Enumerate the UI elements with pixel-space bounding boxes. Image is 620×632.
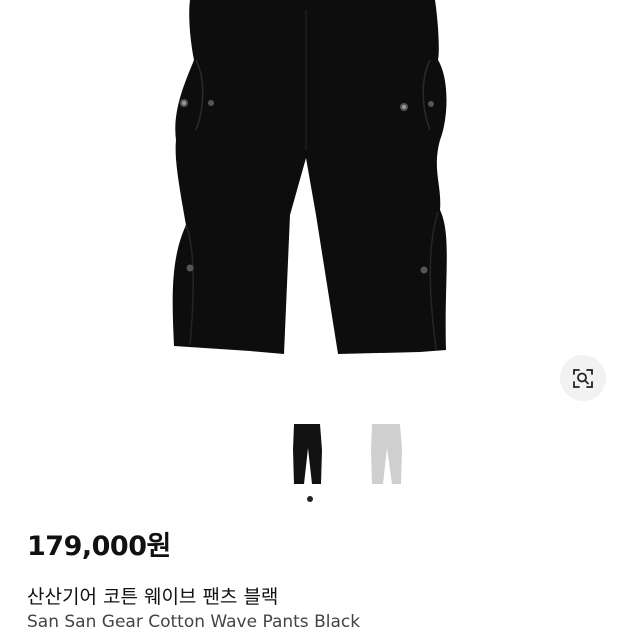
image-search-icon [573,369,593,388]
product-price: 179,000원 [27,531,171,562]
product-hero-image[interactable] [0,0,620,412]
product-name-english: San San Gear Cotton Wave Pants Black [27,612,361,632]
thumbnail-black[interactable] [284,420,336,488]
image-search-button[interactable] [560,355,606,401]
thumbnail-strip [0,420,620,492]
pagination-dots [0,496,620,504]
pants-photo [172,0,447,354]
pagination-dot-active [307,496,313,502]
thumbnail-grey[interactable] [362,420,414,488]
product-name: 산산기어 코튼 웨이브 팬츠 블랙 [27,586,279,608]
